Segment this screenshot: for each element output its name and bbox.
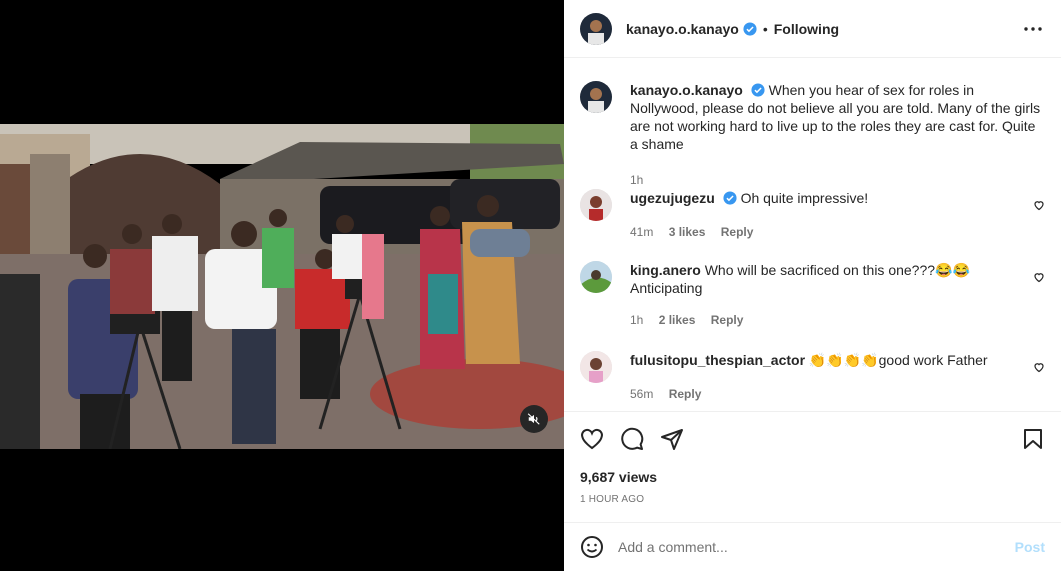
mute-button[interactable] bbox=[520, 405, 548, 433]
view-count[interactable]: 9,687 views bbox=[580, 469, 657, 485]
comment-body: ugezujugezu Oh quite impressive! 41m 3 l… bbox=[630, 189, 1030, 241]
comment-heart-icon[interactable] bbox=[1033, 361, 1045, 373]
comment-heart-icon[interactable] bbox=[1033, 271, 1045, 283]
comment-item: king.anero Who will be sacrificed on thi… bbox=[580, 261, 1045, 329]
comment-text: 👏👏👏👏good work Father bbox=[808, 352, 988, 368]
caption-body: kanayo.o.kanayo When you hear of sex for… bbox=[630, 81, 1045, 189]
share-icon[interactable] bbox=[660, 427, 684, 451]
post-timestamp: 1 HOUR AGO bbox=[580, 494, 645, 505]
post-details-panel: kanayo.o.kanayo • Following kanayo.o.kan… bbox=[564, 0, 1061, 571]
verified-badge-icon bbox=[751, 83, 765, 97]
reply-button[interactable]: Reply bbox=[711, 313, 744, 327]
caption-username[interactable]: kanayo.o.kanayo bbox=[630, 82, 743, 98]
comment-meta: 56m Reply bbox=[630, 385, 1030, 403]
comment-text: Oh quite impressive! bbox=[740, 190, 869, 206]
comment-username[interactable]: ugezujugezu bbox=[630, 190, 715, 206]
comment-body: king.anero Who will be sacrificed on thi… bbox=[630, 261, 1030, 329]
author-avatar[interactable] bbox=[580, 81, 612, 113]
comment-icon[interactable] bbox=[620, 427, 644, 451]
caption-meta: 1h bbox=[630, 171, 1045, 189]
emoji-icon[interactable] bbox=[580, 535, 604, 559]
post-video[interactable] bbox=[0, 124, 564, 449]
comment-username[interactable]: fulusitopu_thespian_actor bbox=[630, 352, 805, 368]
comment-heart-icon[interactable] bbox=[1033, 199, 1045, 211]
caption-row: kanayo.o.kanayo When you hear of sex for… bbox=[580, 81, 1045, 189]
instagram-post-modal: kanayo.o.kanayo • Following kanayo.o.kan… bbox=[0, 0, 1061, 571]
mute-icon bbox=[527, 413, 540, 425]
more-options-button[interactable] bbox=[1021, 17, 1045, 41]
caption-text-block: kanayo.o.kanayo When you hear of sex for… bbox=[630, 81, 1045, 153]
verified-badge-icon bbox=[723, 191, 737, 205]
media-pane bbox=[0, 0, 564, 571]
comment-avatar[interactable] bbox=[580, 261, 612, 293]
heart-icon[interactable] bbox=[580, 427, 604, 451]
author-line: kanayo.o.kanayo • Following bbox=[626, 21, 839, 37]
comment-item: fulusitopu_thespian_actor 👏👏👏👏good work … bbox=[580, 351, 1045, 403]
video-frame bbox=[0, 124, 564, 449]
comment-avatar[interactable] bbox=[580, 189, 612, 221]
add-comment-bar: Post bbox=[564, 522, 1061, 571]
comment-username[interactable]: king.anero bbox=[630, 262, 701, 278]
comment-likes[interactable]: 2 likes bbox=[659, 313, 696, 327]
comment-text-block: king.anero Who will be sacrificed on thi… bbox=[630, 261, 1030, 297]
author-avatar[interactable] bbox=[580, 12, 612, 45]
comment-time: 1h bbox=[630, 313, 644, 327]
verified-badge-icon bbox=[743, 21, 757, 36]
more-options-icon bbox=[1024, 26, 1042, 31]
caption-time: 1h bbox=[630, 173, 644, 187]
following-button[interactable]: Following bbox=[774, 21, 839, 37]
comment-text-block: ugezujugezu Oh quite impressive! bbox=[630, 189, 1030, 207]
post-header: kanayo.o.kanayo • Following bbox=[564, 0, 1061, 58]
comment-text-block: fulusitopu_thespian_actor 👏👏👏👏good work … bbox=[630, 351, 1030, 369]
comment-meta: 1h 2 likes Reply bbox=[630, 311, 1030, 329]
comment-avatar[interactable] bbox=[580, 351, 612, 383]
post-comment-button[interactable]: Post bbox=[1015, 539, 1045, 555]
comment-meta: 41m 3 likes Reply bbox=[630, 223, 1030, 241]
comments-list[interactable]: kanayo.o.kanayo When you hear of sex for… bbox=[564, 59, 1061, 412]
author-username[interactable]: kanayo.o.kanayo bbox=[626, 21, 739, 37]
comment-time: 56m bbox=[630, 387, 654, 401]
comment-body: fulusitopu_thespian_actor 👏👏👏👏good work … bbox=[630, 351, 1030, 403]
separator-dot: • bbox=[762, 20, 768, 37]
comment-item: ugezujugezu Oh quite impressive! 41m 3 l… bbox=[580, 189, 1045, 241]
reply-button[interactable]: Reply bbox=[721, 225, 754, 239]
comment-time: 41m bbox=[630, 225, 654, 239]
comment-input[interactable] bbox=[618, 539, 1015, 555]
comment-likes[interactable]: 3 likes bbox=[669, 225, 706, 239]
save-icon[interactable] bbox=[1021, 427, 1045, 451]
reply-button[interactable]: Reply bbox=[669, 387, 702, 401]
post-actions bbox=[580, 427, 1045, 451]
